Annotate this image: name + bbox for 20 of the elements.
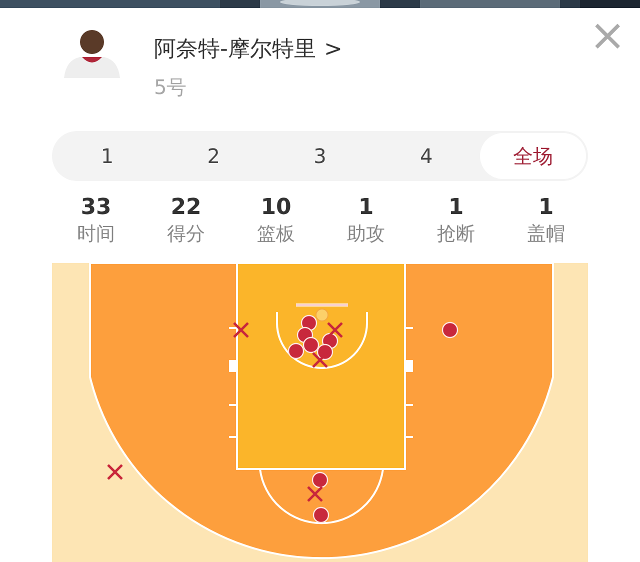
stat-value: 10 bbox=[260, 195, 292, 221]
stat-value: 22 bbox=[170, 195, 202, 221]
player-name[interactable]: 阿奈特-摩尔特里 bbox=[154, 34, 316, 64]
period-tab[interactable]: 4 bbox=[373, 133, 480, 179]
stat-label: 助攻 bbox=[347, 222, 385, 247]
period-tab[interactable]: 全场 bbox=[480, 133, 586, 179]
stat-label: 时间 bbox=[77, 222, 115, 247]
chevron-icon[interactable]: > bbox=[324, 36, 342, 62]
jersey-number: 5号 bbox=[154, 74, 188, 101]
stat-value: 1 bbox=[358, 195, 374, 221]
period-tab[interactable]: 2 bbox=[160, 133, 267, 179]
period-tab[interactable]: 1 bbox=[54, 133, 160, 179]
period-tab[interactable]: 3 bbox=[266, 133, 374, 179]
stat-label: 篮板 bbox=[257, 222, 295, 247]
stat-value: 1 bbox=[538, 195, 554, 221]
stat-value: 33 bbox=[80, 195, 112, 221]
stat-label: 盖帽 bbox=[527, 222, 565, 247]
stat-label: 得分 bbox=[167, 222, 205, 247]
stat-value: 1 bbox=[448, 195, 464, 221]
stat-label: 抢断 bbox=[437, 222, 475, 247]
